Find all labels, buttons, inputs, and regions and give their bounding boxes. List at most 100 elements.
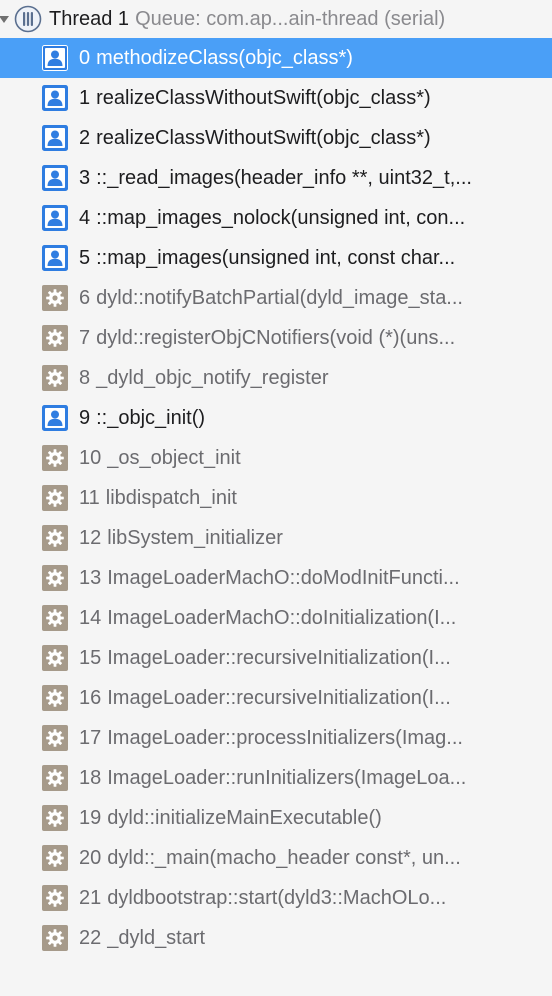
- frame-number: 8: [79, 367, 91, 389]
- stack-frame-label: 2 realizeClassWithoutSwift(objc_class*): [79, 118, 528, 158]
- frame-number: 2: [79, 127, 91, 149]
- frame-symbol: ::map_images_nolock(unsigned int, con...: [96, 207, 466, 229]
- frame-symbol: libSystem_initializer: [107, 527, 283, 549]
- thread-name: Thread 1: [49, 7, 130, 30]
- frame-symbol: _os_object_init: [107, 447, 241, 469]
- frame-number: 7: [79, 327, 91, 349]
- stack-frame-row[interactable]: 18 ImageLoader::runInitializers(ImageLoa.…: [0, 758, 552, 798]
- stack-frame-label: 15 ImageLoader::recursiveInitialization(I…: [79, 638, 528, 678]
- system-frame-icon: [42, 645, 68, 671]
- system-frame-icon: [42, 725, 68, 751]
- system-frame-icon: [42, 845, 68, 871]
- stack-frame-row[interactable]: 5::map_images(unsigned int, const char..…: [0, 238, 552, 278]
- frame-symbol: dyldbootstrap::start(dyld3::MachOLo...: [107, 887, 447, 909]
- stack-frame-row[interactable]: 0 methodizeClass(objc_class*): [0, 38, 552, 78]
- stack-frame-list: 0 methodizeClass(objc_class*) 1 realizeClas…: [0, 38, 552, 958]
- stack-frame-row[interactable]: 4::map_images_nolock(unsigned int, con..…: [0, 198, 552, 238]
- user-frame-icon: [42, 85, 68, 111]
- system-frame-icon: [42, 365, 68, 391]
- stack-frame-row[interactable]: 13 ImageLoaderMachO::doModInitFuncti...: [0, 558, 552, 598]
- frame-number: 19: [79, 807, 102, 829]
- thread-queue: Queue: com.ap...ain-thread (serial): [135, 7, 446, 30]
- stack-frame-label: 12 libSystem_initializer: [79, 518, 528, 558]
- frame-symbol: ImageLoaderMachO::doModInitFuncti...: [107, 567, 460, 589]
- stack-frame-label: 17 ImageLoader::processInitializers(Imag.…: [79, 718, 528, 758]
- user-frame-icon: [42, 245, 68, 271]
- frame-symbol: ImageLoader::recursiveInitialization(I..…: [107, 647, 451, 669]
- system-frame-icon: [42, 485, 68, 511]
- frame-symbol: ::map_images(unsigned int, const char...: [96, 247, 456, 269]
- stack-frame-row[interactable]: 6 dyld::notifyBatchPartial(dyld_image_sta…: [0, 278, 552, 318]
- stack-frame-row[interactable]: 22 _dyld_start: [0, 918, 552, 958]
- system-frame-icon: [42, 885, 68, 911]
- frame-symbol: realizeClassWithoutSwift(objc_class*): [96, 127, 431, 149]
- frame-number: 13: [79, 567, 102, 589]
- stack-frame-row[interactable]: 3::_read_images(header_info **, uint32_t…: [0, 158, 552, 198]
- stack-frame-row[interactable]: 7 dyld::registerObjCNotifiers(void (*)(un…: [0, 318, 552, 358]
- stack-frame-label: 5::map_images(unsigned int, const char..…: [79, 238, 528, 278]
- system-frame-icon: [42, 565, 68, 591]
- frame-number: 6: [79, 287, 91, 309]
- stack-frame-label: 19 dyld::initializeMainExecutable(): [79, 798, 528, 838]
- frame-number: 14: [79, 607, 102, 629]
- system-frame-icon: [42, 805, 68, 831]
- frame-number: 16: [79, 687, 102, 709]
- disclosure-triangle-icon[interactable]: [0, 14, 9, 24]
- system-frame-icon: [42, 925, 68, 951]
- stack-frame-label: 18 ImageLoader::runInitializers(ImageLoa.…: [79, 758, 528, 798]
- stack-frame-label: 9::_objc_init(): [79, 398, 528, 438]
- stack-frame-row[interactable]: 14 ImageLoaderMachO::doInitialization(I..…: [0, 598, 552, 638]
- user-frame-icon: [42, 45, 68, 71]
- thread-row[interactable]: Thread 1 Queue: com.ap...ain-thread (ser…: [0, 0, 552, 38]
- stack-frame-row[interactable]: 16 ImageLoader::recursiveInitialization(I…: [0, 678, 552, 718]
- frame-symbol: dyld::notifyBatchPartial(dyld_image_sta.…: [96, 287, 463, 309]
- system-frame-icon: [42, 685, 68, 711]
- stack-frame-label: 13 ImageLoaderMachO::doModInitFuncti...: [79, 558, 528, 598]
- system-frame-icon: [42, 325, 68, 351]
- stack-frame-label: 14 ImageLoaderMachO::doInitialization(I..…: [79, 598, 528, 638]
- stack-frame-row[interactable]: 10 _os_object_init: [0, 438, 552, 478]
- user-frame-icon: [42, 205, 68, 231]
- stack-frame-label: 16 ImageLoader::recursiveInitialization(I…: [79, 678, 528, 718]
- stack-frame-label: 0 methodizeClass(objc_class*): [79, 38, 528, 78]
- frame-number: 18: [79, 767, 102, 789]
- stack-frame-row[interactable]: 21 dyldbootstrap::start(dyld3::MachOLo...: [0, 878, 552, 918]
- frame-symbol: methodizeClass(objc_class*): [96, 47, 353, 69]
- stack-frame-row[interactable]: 12 libSystem_initializer: [0, 518, 552, 558]
- system-frame-icon: [42, 445, 68, 471]
- stack-frame-label: 8 _dyld_objc_notify_register: [79, 358, 528, 398]
- frame-number: 11: [79, 487, 100, 509]
- frame-symbol: dyld::_main(macho_header const*, un...: [107, 847, 461, 869]
- frame-symbol: ImageLoaderMachO::doInitialization(I...: [107, 607, 457, 629]
- frame-symbol: ::_objc_init(): [96, 407, 206, 429]
- stack-frame-row[interactable]: 8 _dyld_objc_notify_register: [0, 358, 552, 398]
- frame-symbol: ImageLoader::processInitializers(Imag...: [107, 727, 463, 749]
- thread-icon: [13, 4, 43, 34]
- stack-frame-row[interactable]: 11 libdispatch_init: [0, 478, 552, 518]
- system-frame-icon: [42, 285, 68, 311]
- frame-symbol: ImageLoader::recursiveInitialization(I..…: [107, 687, 451, 709]
- frame-symbol: ::_read_images(header_info **, uint32_t,…: [96, 167, 472, 189]
- stack-frame-label: 22 _dyld_start: [79, 918, 528, 958]
- frame-symbol: dyld::registerObjCNotifiers(void (*)(uns…: [96, 327, 456, 349]
- stack-frame-label: 11 libdispatch_init: [79, 478, 528, 518]
- stack-frame-row[interactable]: 15 ImageLoader::recursiveInitialization(I…: [0, 638, 552, 678]
- stack-frame-row[interactable]: 17 ImageLoader::processInitializers(Imag.…: [0, 718, 552, 758]
- frame-symbol: _dyld_start: [107, 927, 206, 949]
- frame-symbol: dyld::initializeMainExecutable(): [107, 807, 382, 829]
- stack-frame-row[interactable]: 2 realizeClassWithoutSwift(objc_class*): [0, 118, 552, 158]
- stack-frame-row[interactable]: 20 dyld::_main(macho_header const*, un...: [0, 838, 552, 878]
- stack-frame-row[interactable]: 9::_objc_init(): [0, 398, 552, 438]
- frame-number: 12: [79, 527, 102, 549]
- frame-symbol: ImageLoader::runInitializers(ImageLoa...: [107, 767, 467, 789]
- frame-number: 0: [79, 47, 91, 69]
- stack-frame-row[interactable]: 19 dyld::initializeMainExecutable(): [0, 798, 552, 838]
- stack-frame-row[interactable]: 1 realizeClassWithoutSwift(objc_class*): [0, 78, 552, 118]
- frame-number: 9: [79, 407, 91, 429]
- frame-symbol: _dyld_objc_notify_register: [96, 367, 329, 389]
- frame-symbol: libdispatch_init: [105, 487, 237, 509]
- stack-frame-label: 4::map_images_nolock(unsigned int, con..…: [79, 198, 528, 238]
- user-frame-icon: [42, 125, 68, 151]
- user-frame-icon: [42, 165, 68, 191]
- frame-number: 10: [79, 447, 102, 469]
